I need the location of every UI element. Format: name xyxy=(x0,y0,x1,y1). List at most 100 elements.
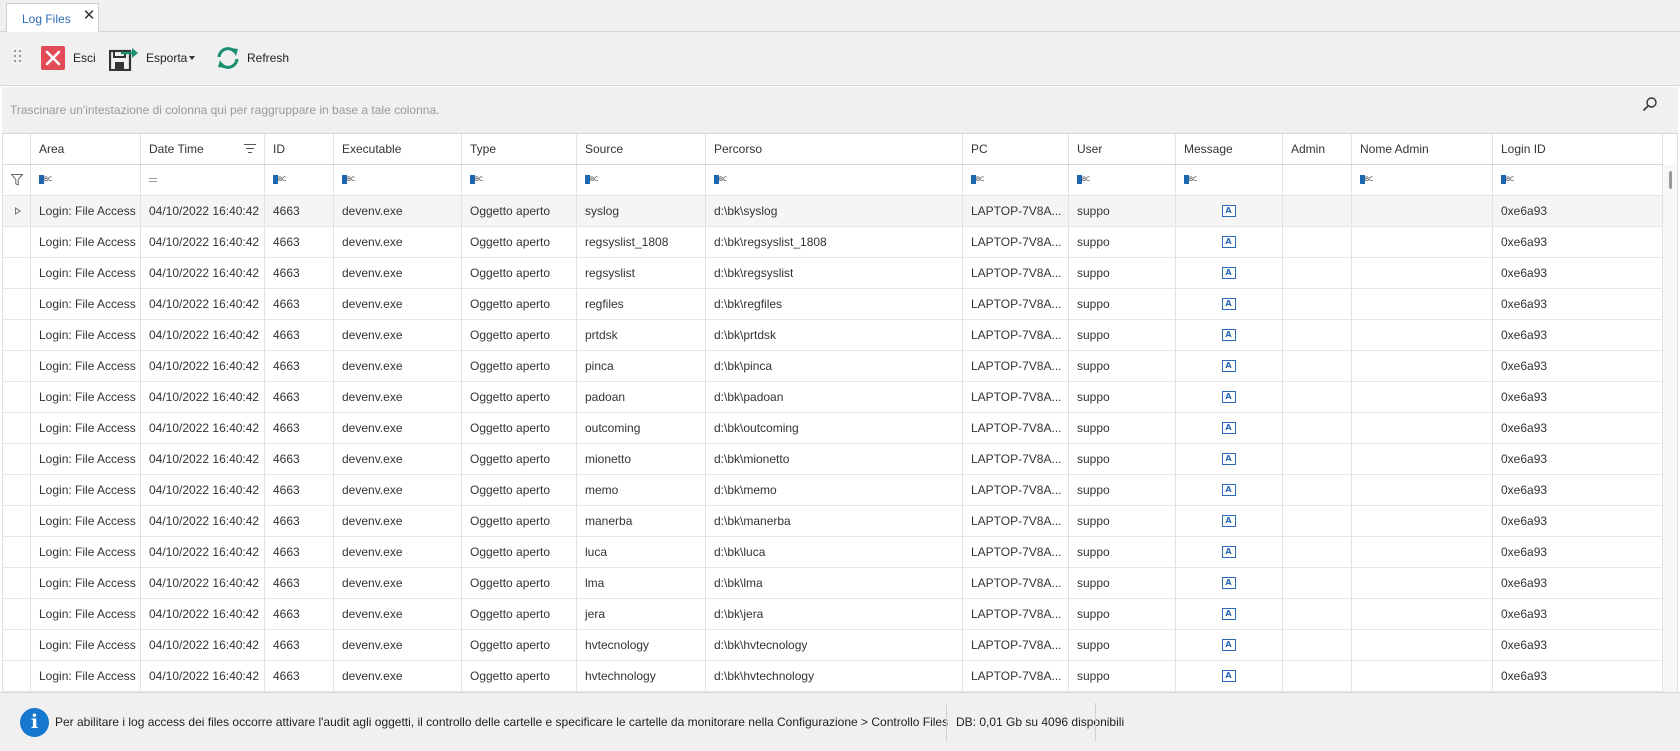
cell-percorso[interactable]: d:\bk\luca xyxy=(706,537,963,567)
cell-executable[interactable]: devenv.exe xyxy=(334,506,462,536)
column-header-id[interactable]: ID xyxy=(265,134,334,164)
cell-user[interactable]: suppo xyxy=(1069,258,1176,288)
filter-cell-pc[interactable]: BC xyxy=(963,165,1069,195)
cell-area[interactable]: Login: File Access xyxy=(31,537,141,567)
cell-admin[interactable] xyxy=(1283,630,1352,660)
cell-message[interactable] xyxy=(1176,537,1283,567)
cell-login-id[interactable]: 0xe6a93 xyxy=(1493,475,1663,505)
row-indicator[interactable] xyxy=(3,599,31,629)
cell-nome-admin[interactable] xyxy=(1352,351,1493,381)
cell-user[interactable]: suppo xyxy=(1069,444,1176,474)
cell-id[interactable]: 4663 xyxy=(265,661,334,691)
cell-type[interactable]: Oggetto aperto xyxy=(462,289,577,319)
row-indicator[interactable] xyxy=(3,289,31,319)
memo-icon[interactable] xyxy=(1221,670,1236,682)
row-indicator[interactable] xyxy=(3,444,31,474)
cell-type[interactable]: Oggetto aperto xyxy=(462,227,577,257)
cell-id[interactable]: 4663 xyxy=(265,351,334,381)
cell-area[interactable]: Login: File Access xyxy=(31,289,141,319)
cell-id[interactable]: 4663 xyxy=(265,227,334,257)
cell-user[interactable]: suppo xyxy=(1069,227,1176,257)
cell-percorso[interactable]: d:\bk\mionetto xyxy=(706,444,963,474)
cell-id[interactable]: 4663 xyxy=(265,630,334,660)
cell-user[interactable]: suppo xyxy=(1069,537,1176,567)
row-indicator[interactable] xyxy=(3,630,31,660)
cell-source[interactable]: regfiles xyxy=(577,289,706,319)
cell-pc[interactable]: LAPTOP-7V8A... xyxy=(963,320,1069,350)
cell-type[interactable]: Oggetto aperto xyxy=(462,568,577,598)
cell-pc[interactable]: LAPTOP-7V8A... xyxy=(963,475,1069,505)
cell-area[interactable]: Login: File Access xyxy=(31,382,141,412)
cell-area[interactable]: Login: File Access xyxy=(31,227,141,257)
cell-percorso[interactable]: d:\bk\prtdsk xyxy=(706,320,963,350)
column-header-user[interactable]: User xyxy=(1069,134,1176,164)
cell-type[interactable]: Oggetto aperto xyxy=(462,258,577,288)
close-icon[interactable]: ✕ xyxy=(82,8,96,23)
cell-nome-admin[interactable] xyxy=(1352,630,1493,660)
cell-message[interactable] xyxy=(1176,599,1283,629)
cell-admin[interactable] xyxy=(1283,537,1352,567)
row-indicator[interactable] xyxy=(3,258,31,288)
cell-user[interactable]: suppo xyxy=(1069,475,1176,505)
cell-source[interactable]: jera xyxy=(577,599,706,629)
cell-percorso[interactable]: d:\bk\syslog xyxy=(706,196,963,226)
row-indicator[interactable] xyxy=(3,382,31,412)
cell-nome-admin[interactable] xyxy=(1352,599,1493,629)
filter-cell-source[interactable]: BC xyxy=(577,165,706,195)
cell-admin[interactable] xyxy=(1283,227,1352,257)
cell-executable[interactable]: devenv.exe xyxy=(334,537,462,567)
filter-cell-message[interactable]: BC xyxy=(1176,165,1283,195)
cell-message[interactable] xyxy=(1176,351,1283,381)
filter-cell-id[interactable]: BC xyxy=(265,165,334,195)
cell-executable[interactable]: devenv.exe xyxy=(334,196,462,226)
cell-date-time[interactable]: 04/10/2022 16:40:42 xyxy=(141,382,265,412)
cell-source[interactable]: regsyslist_1808 xyxy=(577,227,706,257)
cell-date-time[interactable]: 04/10/2022 16:40:42 xyxy=(141,196,265,226)
cell-admin[interactable] xyxy=(1283,258,1352,288)
row-indicator[interactable] xyxy=(3,196,31,226)
cell-pc[interactable]: LAPTOP-7V8A... xyxy=(963,599,1069,629)
memo-icon[interactable] xyxy=(1221,360,1236,372)
cell-id[interactable]: 4663 xyxy=(265,568,334,598)
cell-user[interactable]: suppo xyxy=(1069,630,1176,660)
cell-pc[interactable]: LAPTOP-7V8A... xyxy=(963,506,1069,536)
cell-login-id[interactable]: 0xe6a93 xyxy=(1493,661,1663,691)
cell-percorso[interactable]: d:\bk\regsyslist xyxy=(706,258,963,288)
cell-date-time[interactable]: 04/10/2022 16:40:42 xyxy=(141,475,265,505)
cell-id[interactable]: 4663 xyxy=(265,320,334,350)
cell-area[interactable]: Login: File Access xyxy=(31,320,141,350)
cell-nome-admin[interactable] xyxy=(1352,289,1493,319)
row-indicator[interactable] xyxy=(3,320,31,350)
row-indicator[interactable] xyxy=(3,351,31,381)
memo-icon[interactable] xyxy=(1221,329,1236,341)
table-row[interactable]: Login: File Access 04/10/2022 16:40:42 466… xyxy=(3,568,1663,599)
cell-id[interactable]: 4663 xyxy=(265,537,334,567)
column-header-admin[interactable]: Admin xyxy=(1283,134,1352,164)
group-by-panel[interactable]: Trascinare un'intestazione di colonna qu… xyxy=(2,87,1678,134)
cell-type[interactable]: Oggetto aperto xyxy=(462,382,577,412)
cell-user[interactable]: suppo xyxy=(1069,599,1176,629)
table-row[interactable]: Login: File Access 04/10/2022 16:40:42 466… xyxy=(3,227,1663,258)
column-header-source[interactable]: Source xyxy=(577,134,706,164)
table-row[interactable]: Login: File Access 04/10/2022 16:40:42 466… xyxy=(3,258,1663,289)
cell-type[interactable]: Oggetto aperto xyxy=(462,661,577,691)
cell-percorso[interactable]: d:\bk\pinca xyxy=(706,351,963,381)
cell-area[interactable]: Login: File Access xyxy=(31,506,141,536)
cell-source[interactable]: luca xyxy=(577,537,706,567)
cell-area[interactable]: Login: File Access xyxy=(31,661,141,691)
cell-source[interactable]: memo xyxy=(577,475,706,505)
cell-pc[interactable]: LAPTOP-7V8A... xyxy=(963,568,1069,598)
cell-area[interactable]: Login: File Access xyxy=(31,351,141,381)
cell-date-time[interactable]: 04/10/2022 16:40:42 xyxy=(141,599,265,629)
cell-nome-admin[interactable] xyxy=(1352,444,1493,474)
cell-type[interactable]: Oggetto aperto xyxy=(462,196,577,226)
cell-source[interactable]: lma xyxy=(577,568,706,598)
cell-date-time[interactable]: 04/10/2022 16:40:42 xyxy=(141,630,265,660)
cell-admin[interactable] xyxy=(1283,382,1352,412)
cell-percorso[interactable]: d:\bk\regsyslist_1808 xyxy=(706,227,963,257)
cell-pc[interactable]: LAPTOP-7V8A... xyxy=(963,227,1069,257)
table-row[interactable]: Login: File Access 04/10/2022 16:40:42 466… xyxy=(3,320,1663,351)
cell-area[interactable]: Login: File Access xyxy=(31,599,141,629)
cell-login-id[interactable]: 0xe6a93 xyxy=(1493,413,1663,443)
table-row[interactable]: Login: File Access 04/10/2022 16:40:42 466… xyxy=(3,630,1663,661)
